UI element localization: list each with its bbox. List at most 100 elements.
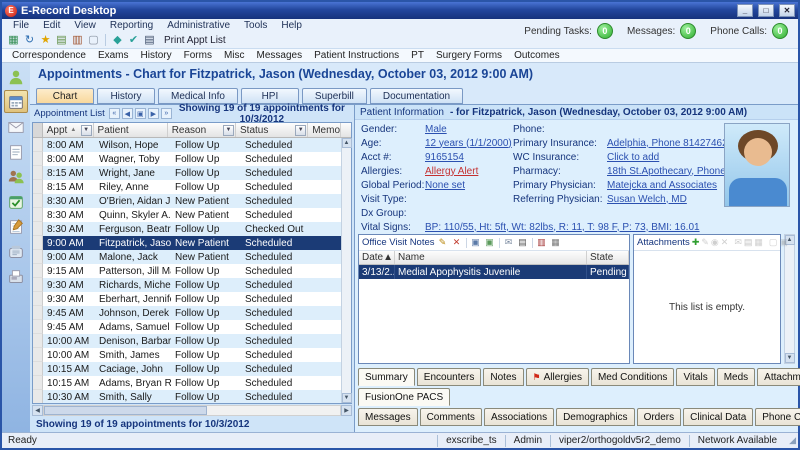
menu-tools[interactable]: Tools: [237, 20, 274, 31]
column-header-appt[interactable]: Appt▲▼: [43, 123, 94, 137]
row-selector[interactable]: [33, 292, 43, 306]
appointment-row[interactable]: 10:00 AMSmith, JamesFollow UpScheduled: [33, 348, 351, 362]
forms-outcomes[interactable]: Outcomes: [508, 50, 566, 61]
phone-icon[interactable]: [4, 240, 28, 263]
row-selector[interactable]: [33, 390, 43, 403]
tab-attachments[interactable]: Attachments: [757, 368, 800, 386]
tab-summary[interactable]: Summary: [358, 368, 415, 386]
patient-icon[interactable]: [4, 65, 28, 88]
tab-notes[interactable]: Notes: [483, 368, 523, 386]
print-list-icon[interactable]: ▤: [143, 34, 156, 47]
tab-fusionone-pacs[interactable]: FusionOne PACS: [358, 388, 450, 406]
forms-pt[interactable]: PT: [405, 50, 430, 61]
row-selector[interactable]: [33, 348, 43, 362]
acct-value[interactable]: 9165154: [425, 152, 513, 163]
refresh-icon[interactable]: ↻: [23, 34, 36, 47]
tab-chart[interactable]: Chart: [36, 88, 94, 104]
tab-orders[interactable]: Orders: [637, 408, 682, 426]
forms-forms[interactable]: Forms: [178, 50, 218, 61]
appointment-row[interactable]: 8:00 AMWilson, HopeFollow UpScheduled: [33, 138, 351, 152]
appointment-row[interactable]: 8:15 AMRiley, AnneFollow UpScheduled: [33, 180, 351, 194]
global-period-value[interactable]: None set: [425, 180, 513, 191]
appointment-row[interactable]: 9:45 AMJohnson, DerekFollow UpScheduled: [33, 306, 351, 320]
appointment-row[interactable]: 9:15 AMPatterson, Jill MarieFollow UpSch…: [33, 264, 351, 278]
correspondence-icon[interactable]: [4, 115, 28, 138]
row-selector[interactable]: [33, 222, 43, 236]
vital-signs-value[interactable]: BP: 110/55, Ht: 5ft, Wt: 82lbs, R: 11, T…: [425, 222, 798, 233]
menu-help[interactable]: Help: [274, 20, 309, 31]
attachment-edit-icon[interactable]: ✎: [701, 237, 709, 249]
patient-pane-vscrollbar[interactable]: ▲ ▼: [784, 234, 795, 364]
row-selector[interactable]: [33, 236, 43, 250]
tab-phone-calls[interactable]: Phone Calls: [755, 408, 800, 426]
tab-encounters[interactable]: Encounters: [417, 368, 482, 386]
forms-messages[interactable]: Messages: [251, 50, 309, 61]
new-note-icon[interactable]: ▢: [87, 34, 100, 47]
next-page-icon[interactable]: ▶: [148, 108, 159, 119]
menu-edit[interactable]: Edit: [36, 20, 67, 31]
forms-history[interactable]: History: [135, 50, 178, 61]
reports-icon[interactable]: ▤: [55, 34, 68, 47]
hscroll-thumb[interactable]: [44, 406, 207, 415]
favorites-star-icon[interactable]: ★: [39, 34, 52, 47]
attachment-fax-icon[interactable]: ▦: [754, 237, 763, 249]
appointment-row[interactable]: 9:00 AMFitzpatrick, JasonNew PatientSche…: [33, 236, 351, 250]
menu-view[interactable]: View: [67, 20, 103, 31]
menu-reporting[interactable]: Reporting: [103, 20, 160, 31]
tab-demographics[interactable]: Demographics: [556, 408, 634, 426]
appointment-row[interactable]: 8:00 AMWagner, TobyFollow UpScheduled: [33, 152, 351, 166]
close-button[interactable]: ✕: [779, 4, 795, 17]
row-selector[interactable]: [33, 376, 43, 390]
row-selector[interactable]: [33, 180, 43, 194]
row-selector[interactable]: [33, 166, 43, 180]
row-selector[interactable]: [33, 138, 43, 152]
notes-column-state[interactable]: State: [587, 251, 629, 264]
tab-med-conditions[interactable]: Med Conditions: [591, 368, 674, 386]
appointments-vscrollbar[interactable]: ▲ ▼: [341, 138, 351, 403]
today-icon[interactable]: ▣: [135, 108, 146, 119]
note-delete-icon[interactable]: ✕: [451, 237, 463, 249]
appointment-row[interactable]: 10:30 AMSmith, SallyFollow UpScheduled: [33, 390, 351, 403]
tab-vitals[interactable]: Vitals: [676, 368, 714, 386]
note-assign-icon[interactable]: ▣: [484, 237, 496, 249]
attachment-email-icon[interactable]: ✉: [734, 237, 742, 249]
forms-surgery-forms[interactable]: Surgery Forms: [430, 50, 508, 61]
scroll-left-icon[interactable]: ◀: [32, 405, 43, 416]
tasks-icon[interactable]: [4, 190, 28, 213]
tab-meds[interactable]: Meds: [717, 368, 755, 386]
notes-icon[interactable]: [4, 140, 28, 163]
tab-comments[interactable]: Comments: [420, 408, 482, 426]
print-appt-list-button[interactable]: Print Appt List: [159, 35, 231, 46]
fax-icon[interactable]: [4, 265, 28, 288]
note-print-icon[interactable]: ▤: [517, 237, 529, 249]
last-page-icon[interactable]: »: [161, 108, 172, 119]
attachment-delete-icon[interactable]: ✕: [721, 237, 729, 249]
tasks-check-icon[interactable]: ✔: [127, 34, 140, 47]
column-header-patient[interactable]: Patient: [94, 123, 168, 137]
prev-page-icon[interactable]: ◀: [122, 108, 133, 119]
note-copy-icon[interactable]: ▣: [470, 237, 482, 249]
attachment-add-icon[interactable]: ✚: [692, 237, 700, 249]
appointment-row[interactable]: 9:30 AMRichards, MichelleFollow UpSchedu…: [33, 278, 351, 292]
appointment-row[interactable]: 9:30 AMEberhart, JenniferFollow UpSchedu…: [33, 292, 351, 306]
row-selector[interactable]: [33, 194, 43, 208]
notes-column-date[interactable]: Date▲: [359, 251, 395, 264]
scroll-down-icon[interactable]: ▼: [785, 353, 795, 363]
tab-allergies[interactable]: ⚑Allergies: [526, 368, 589, 386]
send-icon[interactable]: ◆: [111, 34, 124, 47]
column-header-status[interactable]: Status▼: [236, 123, 308, 137]
tab-history[interactable]: History: [97, 88, 155, 104]
scroll-right-icon[interactable]: ▶: [341, 405, 352, 416]
row-selector[interactable]: [33, 334, 43, 348]
patients-icon[interactable]: [4, 165, 28, 188]
row-selector[interactable]: [33, 250, 43, 264]
scroll-down-icon[interactable]: ▼: [342, 393, 352, 403]
appointment-row[interactable]: 8:15 AMWright, JaneFollow UpScheduled: [33, 166, 351, 180]
ledger-icon[interactable]: [4, 215, 28, 238]
note-email-icon[interactable]: ✉: [503, 237, 515, 249]
filter-dropdown-icon[interactable]: ▼: [81, 125, 92, 136]
appointment-row[interactable]: 10:00 AMDenison, BarbaraFollow UpSchedul…: [33, 334, 351, 348]
appointment-row[interactable]: 10:15 AMCaciage, JohnFollow UpScheduled: [33, 362, 351, 376]
row-selector[interactable]: [33, 278, 43, 292]
appointment-row[interactable]: 8:30 AMO'Brien, Aidan J.New PatientSched…: [33, 194, 351, 208]
